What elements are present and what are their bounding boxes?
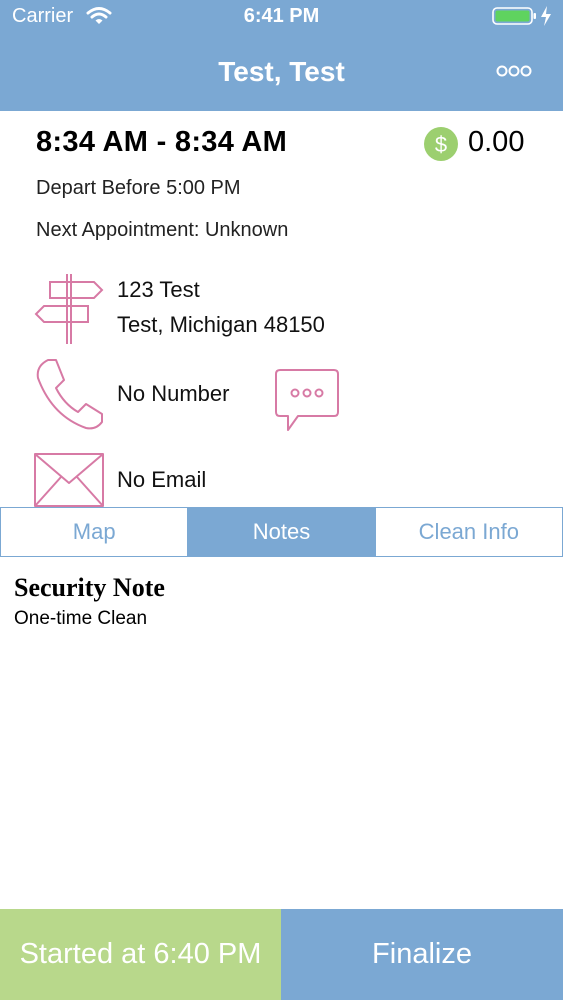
finalize-button[interactable]: Finalize <box>281 909 563 1000</box>
more-options-icon[interactable] <box>494 60 534 82</box>
depart-before-text: Depart Before 5:00 PM <box>36 177 241 199</box>
signpost-icon <box>34 274 104 344</box>
message-bubble-icon[interactable] <box>274 368 340 432</box>
notes-body: One-time Clean <box>14 608 148 629</box>
tab-clean-info[interactable]: Clean Info <box>376 508 562 556</box>
appointment-screen: Carrier 6:41 PM Test, Test 8:34 AM - 8:3 <box>0 0 563 1000</box>
phone-icon[interactable] <box>34 358 104 430</box>
address-line-1: 123 Test <box>117 277 200 302</box>
battery-icon <box>492 7 536 25</box>
email-address: No Email <box>117 467 207 492</box>
page-title: Test, Test <box>218 56 345 87</box>
notes-title: Security Note <box>14 573 165 602</box>
address-line-2: Test, Michigan 48150 <box>117 312 325 337</box>
appointment-time-range: 8:34 AM - 8:34 AM <box>36 126 288 158</box>
next-appointment-text: Next Appointment: Unknown <box>36 219 289 241</box>
envelope-icon[interactable] <box>34 453 104 507</box>
appointment-price: 0.00 <box>468 126 525 158</box>
detail-tabs: Map Notes Clean Info <box>0 507 563 557</box>
status-bar: Carrier 6:41 PM <box>0 0 563 34</box>
status-time: 6:41 PM <box>243 5 320 27</box>
phone-number: No Number <box>117 381 230 406</box>
charging-bolt-icon <box>541 6 551 26</box>
dollar-icon: $ <box>424 127 458 161</box>
tab-map[interactable]: Map <box>1 508 189 556</box>
svg-text:$: $ <box>435 132 447 157</box>
header-bar: Carrier 6:41 PM Test, Test <box>0 0 563 111</box>
started-button[interactable]: Started at 6:40 PM <box>0 909 281 1000</box>
tab-notes[interactable]: Notes <box>188 508 376 556</box>
